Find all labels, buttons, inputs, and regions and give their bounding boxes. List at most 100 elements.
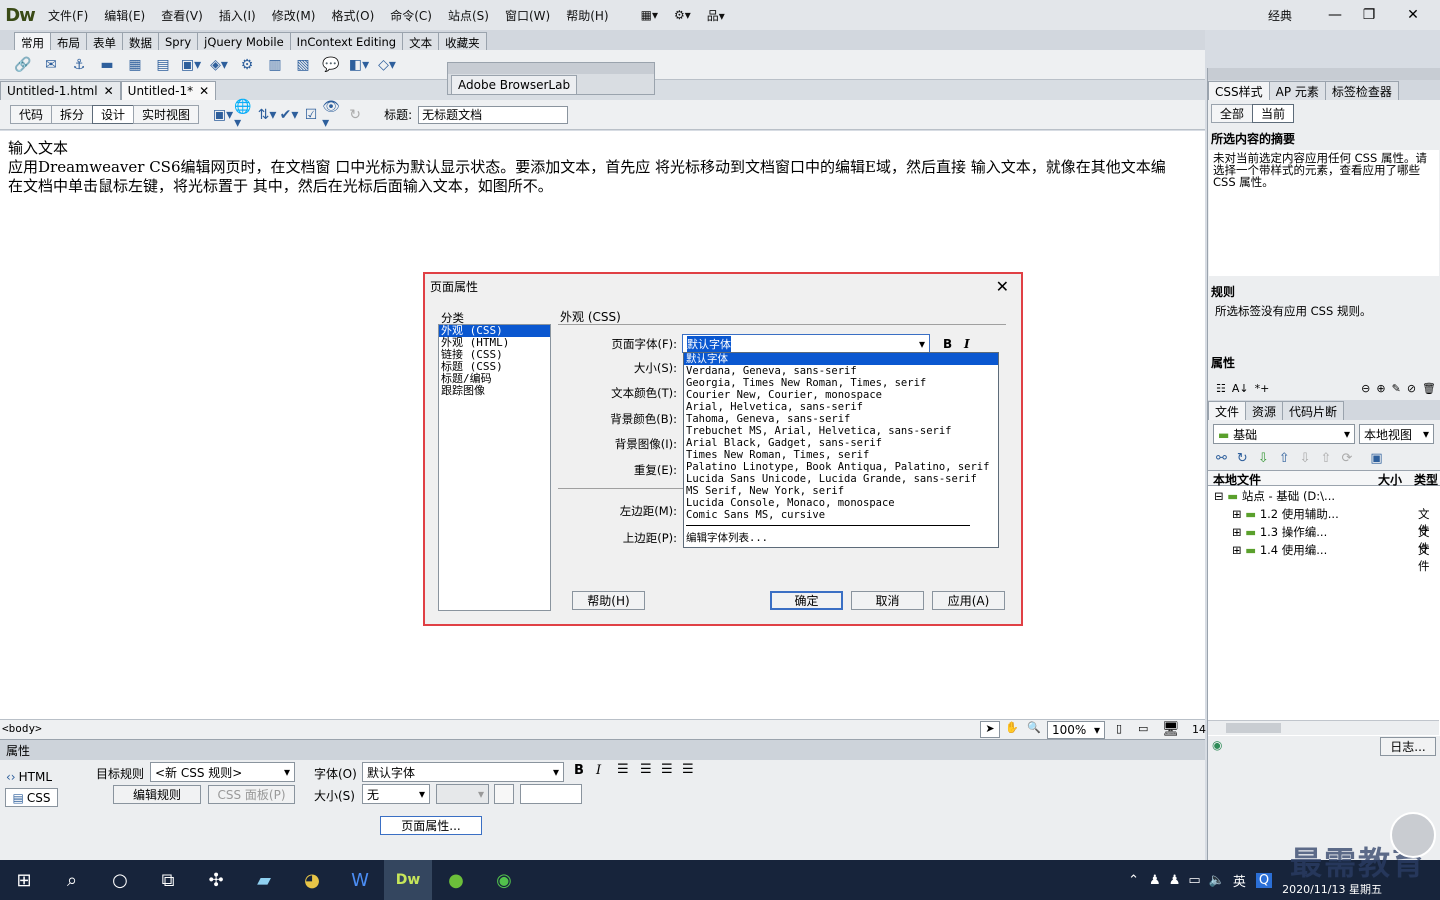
menu-window[interactable]: 窗口(W) <box>497 7 558 24</box>
dialog-close-icon[interactable]: ✕ <box>996 277 1009 296</box>
restore-button[interactable]: ❐ <box>1352 4 1386 26</box>
html-mode-button[interactable]: ‹› HTML <box>6 767 56 786</box>
properties-header[interactable]: 属性 <box>0 740 1205 760</box>
layout-icon[interactable]: ▦▾ <box>633 8 666 22</box>
font-option[interactable]: Arial Black, Gadget, sans-serif <box>684 437 998 449</box>
set-props-icon[interactable]: *+ <box>1255 382 1270 395</box>
log-button[interactable]: 日志... <box>1380 737 1436 756</box>
search-icon[interactable]: ⌕ <box>48 860 96 900</box>
menu-modify[interactable]: 修改(M) <box>264 7 324 24</box>
font-option[interactable]: Times New Roman, Times, serif <box>684 449 998 461</box>
font-option[interactable]: MS Serif, New York, serif <box>684 485 998 497</box>
font-option[interactable]: Arial, Helvetica, sans-serif <box>684 401 998 413</box>
italic-button[interactable]: I <box>596 763 601 778</box>
validate-icon[interactable]: ☑ <box>300 104 322 126</box>
tab-jquery-mobile[interactable]: jQuery Mobile <box>197 32 291 50</box>
tray-chevron-icon[interactable]: ⌃ <box>1128 873 1139 888</box>
media-icon[interactable]: ◈▾ <box>208 54 230 76</box>
zoom-select[interactable]: 100% ▾ <box>1047 721 1105 739</box>
chrome-icon[interactable]: ◕ <box>288 860 336 900</box>
doc-tab-untitled-active[interactable]: Untitled-1* ✕ <box>120 81 217 100</box>
email-link-icon[interactable]: ✉ <box>40 54 62 76</box>
app-pinwheel-icon[interactable]: ✣ <box>192 860 240 900</box>
close-tab-icon[interactable]: ✕ <box>199 84 209 98</box>
font-option[interactable]: Trebuchet MS, Arial, Helvetica, sans-ser… <box>684 425 998 437</box>
sync-icon[interactable]: ⟳ <box>1341 451 1352 466</box>
tab-common[interactable]: 常用 <box>14 32 51 50</box>
font-option[interactable]: Comic Sans MS, cursive <box>684 509 998 521</box>
tab-layout[interactable]: 布局 <box>50 32 87 50</box>
subtab-current[interactable]: 当前 <box>1252 104 1295 123</box>
ok-button[interactable]: 确定 <box>770 591 843 610</box>
put-files-icon[interactable]: ⇧ <box>1279 451 1290 466</box>
widget-icon[interactable]: ⚙ <box>236 54 258 76</box>
apply-button[interactable]: 应用(A) <box>932 591 1005 610</box>
tab-data[interactable]: 数据 <box>122 32 159 50</box>
document-text[interactable]: 输入文本 应用Dreamweaver CS6编辑网页时，在文档窗 口中光标为默认… <box>0 131 1205 204</box>
windows-start-icon[interactable]: ⊞ <box>0 860 48 900</box>
font-option[interactable]: Tahoma, Geneva, sans-serif <box>684 413 998 425</box>
text-color-input[interactable] <box>520 784 582 804</box>
comment-icon[interactable]: 💬 <box>320 54 342 76</box>
tab-css-styles[interactable]: CSS样式 <box>1208 81 1270 100</box>
font-option[interactable]: Lucida Console, Monaco, monospace <box>684 497 998 509</box>
size-select[interactable]: 无 ▾ <box>362 784 430 804</box>
tree-row-site[interactable]: ⊟ ▬ 站点 - 基础 (D:\... <box>1214 488 1335 504</box>
edit-rule-button[interactable]: 编辑规则 <box>113 785 201 804</box>
div-icon[interactable]: ▤ <box>152 54 174 76</box>
disable-icon[interactable]: ⊘ <box>1407 382 1416 395</box>
server-include-icon[interactable]: ▧ <box>292 54 314 76</box>
template-icon[interactable]: ◇▾ <box>376 54 398 76</box>
horizontal-scrollbar[interactable] <box>1208 720 1439 735</box>
edit-font-list-option[interactable]: 编辑字体列表... <box>684 532 998 544</box>
scrollbar-thumb[interactable] <box>1226 723 1281 733</box>
split-view-button[interactable]: 拆分 <box>51 105 94 124</box>
menu-insert[interactable]: 插入(I) <box>211 7 264 24</box>
browserlab-panel-header[interactable] <box>448 63 654 74</box>
site-manage-icon[interactable]: 品▾ <box>699 7 733 24</box>
code-view-button[interactable]: 代码 <box>10 105 53 124</box>
tab-incontext[interactable]: InContext Editing <box>289 32 404 50</box>
design-view-button[interactable]: 设计 <box>92 105 135 124</box>
tab-tag-inspector[interactable]: 标签检查器 <box>1324 81 1399 100</box>
check-browser-icon[interactable]: ✔▾ <box>278 104 300 126</box>
head-icon[interactable]: ◧▾ <box>348 54 370 76</box>
close-tab-icon[interactable]: ✕ <box>104 84 114 98</box>
close-button[interactable]: ✕ <box>1386 4 1440 26</box>
new-rule-icon[interactable]: ⊕ <box>1376 382 1385 395</box>
font-option[interactable]: Courier New, Courier, monospace <box>684 389 998 401</box>
cortana-icon[interactable]: ○ <box>96 860 144 900</box>
tablet-size-icon[interactable]: ▭ <box>1138 722 1148 735</box>
tree-row[interactable]: ⊞ ▬ 1.2 使用辅助... <box>1232 506 1339 522</box>
view-select[interactable]: 本地视图 ▾ <box>1359 424 1434 444</box>
qq-icon-2[interactable]: ♟ <box>1169 873 1181 888</box>
tab-ap-elements[interactable]: AP 元素 <box>1268 81 1326 100</box>
site-select[interactable]: ▬ 基础 ▾ <box>1213 424 1355 444</box>
table-icon[interactable]: ▦ <box>124 54 146 76</box>
menu-commands[interactable]: 命令(C) <box>382 7 440 24</box>
task-view-icon[interactable]: ⧉ <box>144 860 192 900</box>
qq-icon[interactable]: ♟ <box>1149 873 1161 888</box>
horizontal-rule-icon[interactable]: ▬ <box>96 54 118 76</box>
tab-spry[interactable]: Spry <box>158 32 199 50</box>
workspace-switcher[interactable]: 经典 <box>1260 7 1300 24</box>
visual-aids-icon[interactable]: 👁▾ <box>322 99 344 131</box>
text-color-swatch[interactable] <box>494 784 514 804</box>
multiscreen-icon[interactable]: ▣▾ <box>212 104 234 126</box>
font-option[interactable]: Lucida Sans Unicode, Lucida Grande, sans… <box>684 473 998 485</box>
css-mode-button[interactable]: ▤ CSS <box>5 788 58 807</box>
menu-view[interactable]: 查看(V) <box>153 7 211 24</box>
font-option[interactable]: Georgia, Times New Roman, Times, serif <box>684 377 998 389</box>
font-select[interactable]: 默认字体 ▾ <box>362 762 564 782</box>
checkin-icon[interactable]: ⇧ <box>1321 451 1332 466</box>
tab-text[interactable]: 文本 <box>402 32 440 50</box>
font-option[interactable]: 默认字体 <box>684 353 998 365</box>
tree-row[interactable]: ⊞ ▬ 1.4 使用编... <box>1232 542 1327 558</box>
help-button[interactable]: 帮助(H) <box>572 591 645 610</box>
page-properties-button[interactable]: 页面属性... <box>380 816 482 835</box>
menu-file[interactable]: 文件(F) <box>40 7 96 24</box>
volume-icon[interactable]: 🔈 <box>1209 873 1225 888</box>
browserlab-tab[interactable]: Adobe BrowserLab <box>451 75 578 95</box>
network-icon[interactable]: ▭ <box>1188 873 1200 888</box>
app-notes-icon[interactable]: ▰ <box>240 860 288 900</box>
